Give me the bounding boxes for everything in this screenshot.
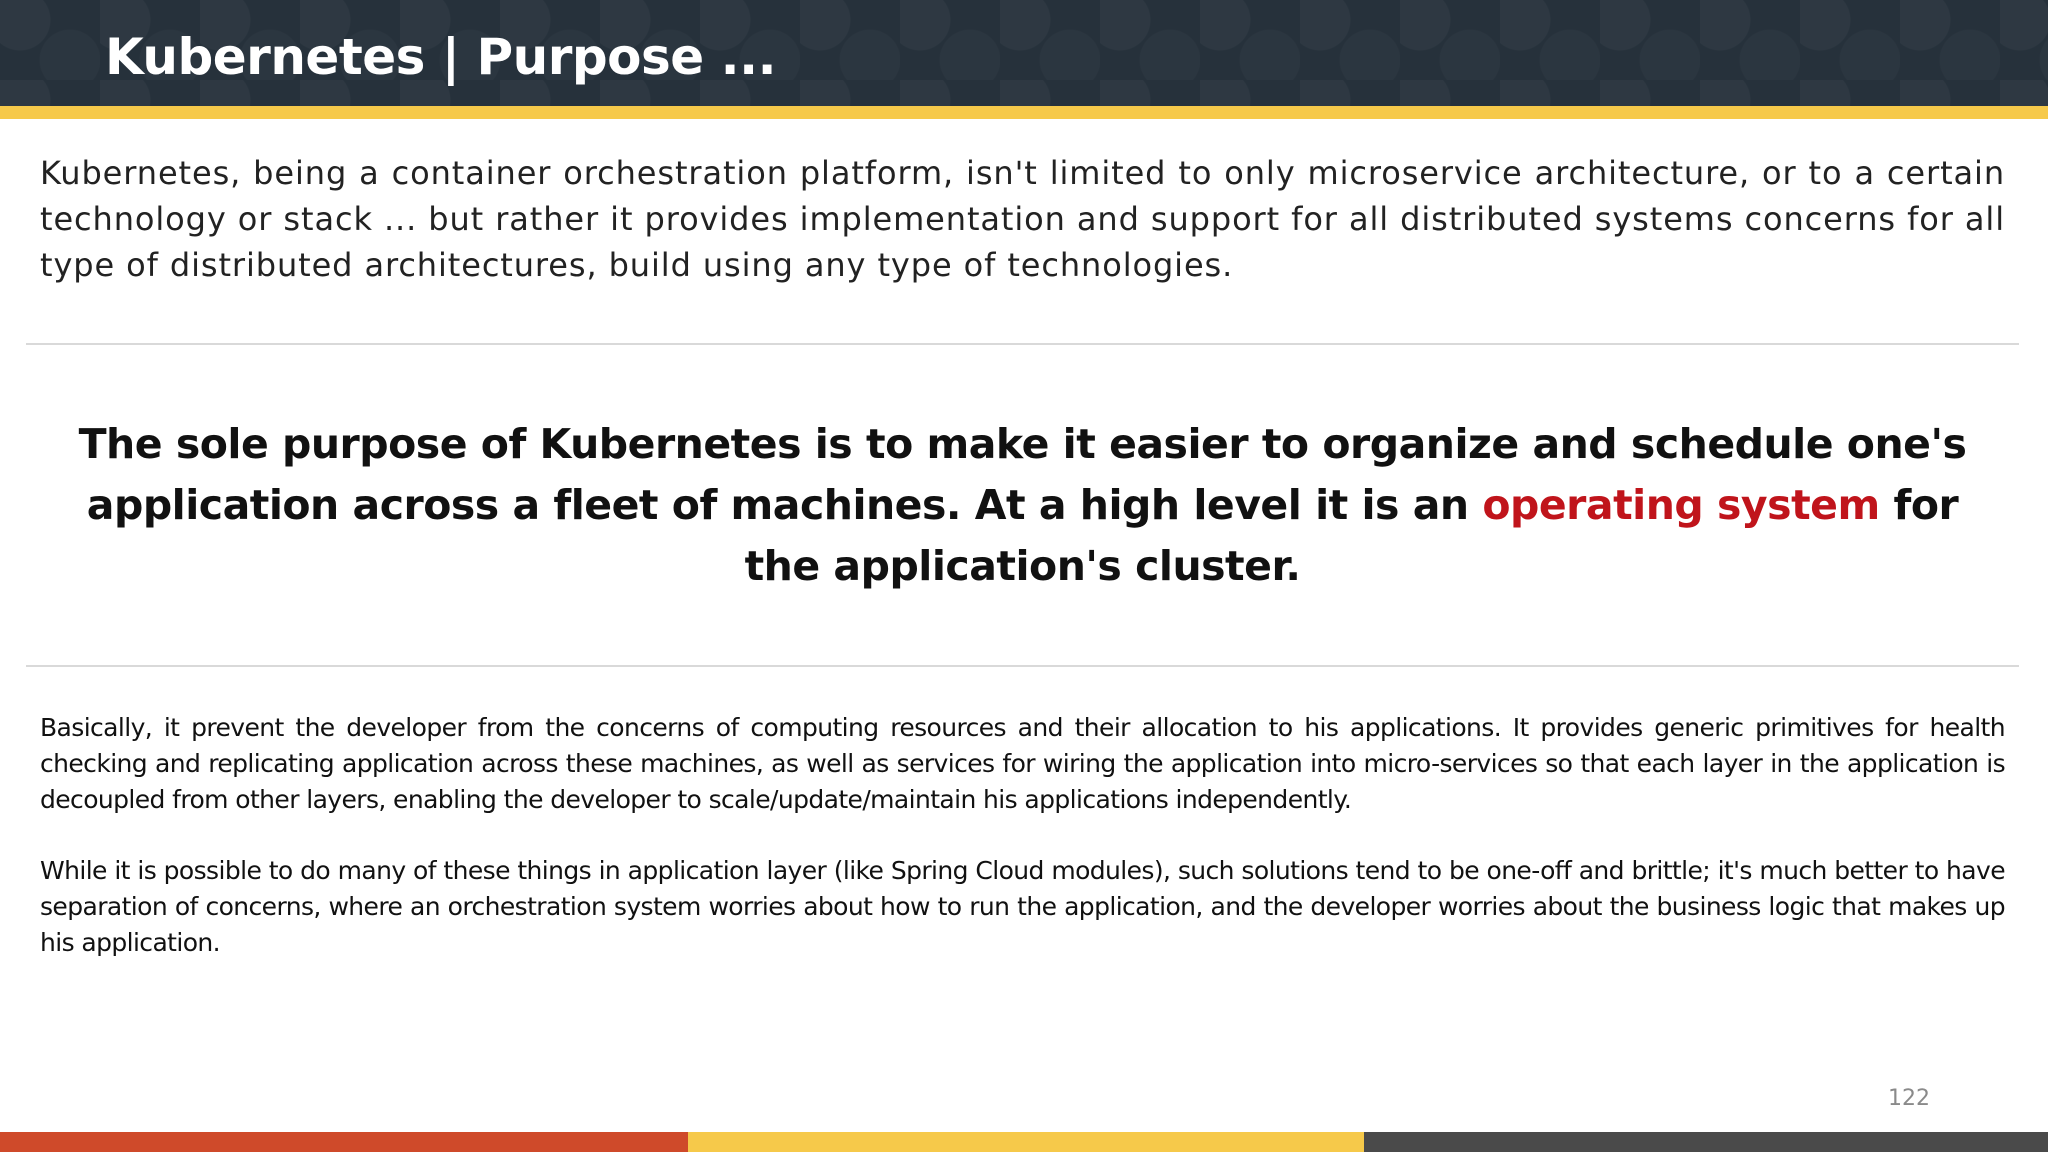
purpose-statement: The sole purpose of Kubernetes is to mak… — [60, 414, 1985, 597]
page-number: 122 — [1888, 1086, 1930, 1111]
footer-bar-red — [0, 1132, 688, 1152]
bottom-divider — [26, 665, 2019, 667]
footer-bar-yellow — [688, 1132, 1364, 1152]
footer-bar-gray — [1364, 1132, 2048, 1152]
highlighted-term: operating system — [1482, 481, 1880, 529]
slide-title: Kubernetes | Purpose ... — [105, 28, 777, 86]
header-accent-rule — [0, 106, 2048, 119]
top-divider — [26, 343, 2019, 345]
body-paragraph-1: Basically, it prevent the developer from… — [40, 713, 2006, 814]
intro-paragraph: Kubernetes, being a container orchestrat… — [40, 154, 2005, 284]
body-paragraph-2: While it is possible to do many of these… — [40, 856, 2006, 957]
slide-header: Kubernetes | Purpose ... — [0, 0, 2048, 106]
